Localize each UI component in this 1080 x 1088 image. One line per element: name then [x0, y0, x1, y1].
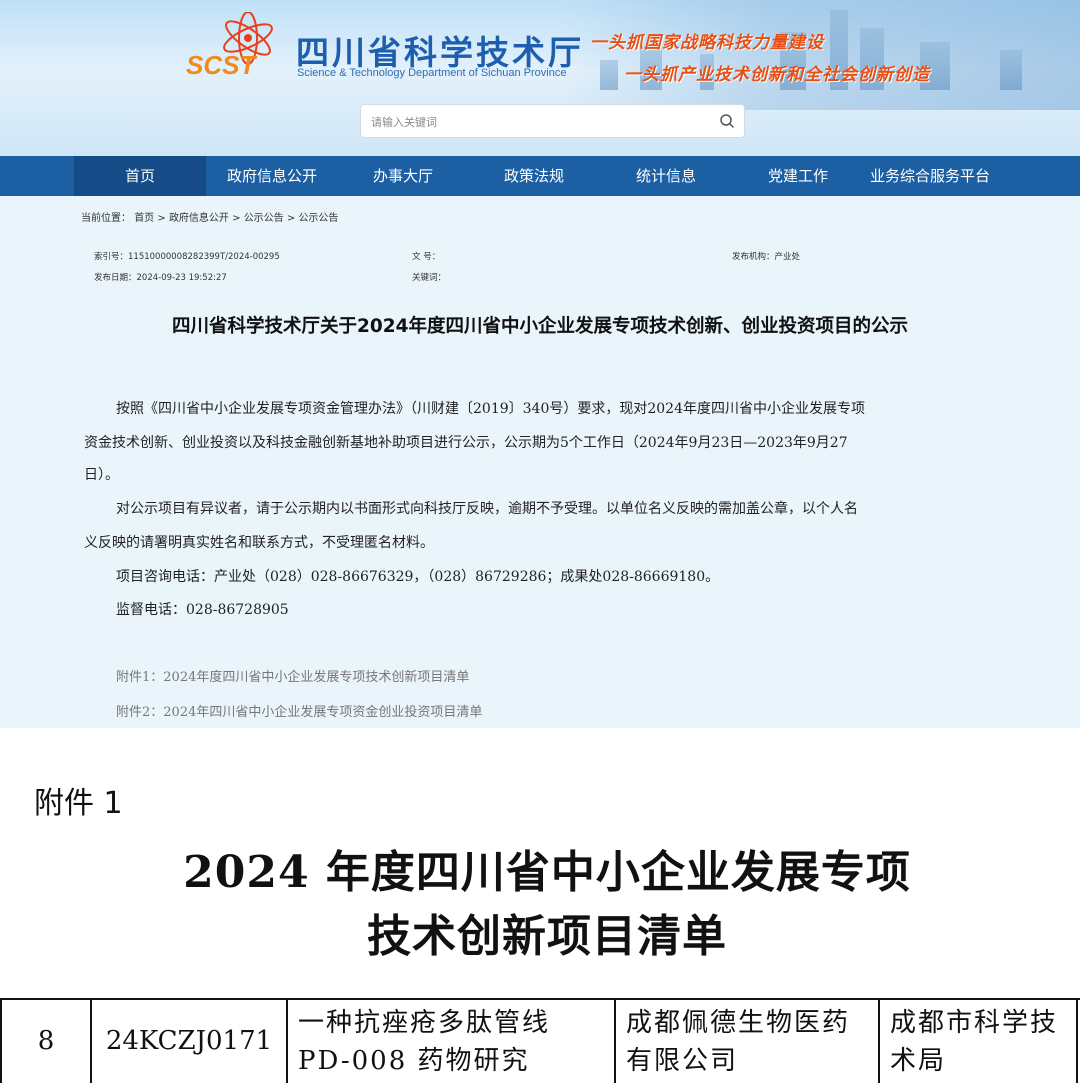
nav-item-service-platform[interactable]: 业务综合服务平台	[864, 156, 996, 196]
paragraph-2-line-2: 义反映的请署明真实姓名和联系方式，不受理匿名材料。	[84, 535, 434, 551]
meta-date: 发布日期：2024-09-23 19:52:27	[94, 271, 227, 283]
breadcrumb-prefix: 当前位置：	[81, 213, 131, 224]
search-icon[interactable]	[718, 112, 736, 130]
article-page: 当前位置： 首页 > 政府信息公开 > 公示公告 > 公示公告 索引号：1151…	[0, 196, 1080, 728]
breadcrumb-gov-info[interactable]: 政府信息公开	[169, 213, 229, 224]
project-name-line-2: PD-008 药物研究	[298, 1046, 530, 1076]
cell-project-code: 24KCZJ0171	[92, 998, 288, 1083]
main-nav: 首页 政府信息公开 办事大厅 政策法规 统计信息 党建工作 业务综合服务平台	[0, 156, 1080, 196]
meta-docno-label: 文 号：	[412, 252, 441, 262]
attachment-title-line-2: 技术创新项目清单	[367, 911, 727, 962]
paragraph-1-line-2: 资金技术创新、创业投资以及科技金融创新基地补助项目进行公示，公示期为5个工作日（…	[84, 435, 848, 451]
article-title: 四川省科学技术厅关于2024年度四川省中小企业发展专项技术创新、创业投资项目的公…	[172, 316, 908, 337]
cell-project-name: 一种抗痤疮多肽管线 PD-008 药物研究	[288, 998, 616, 1083]
nav-item-policies[interactable]: 政策法规	[468, 156, 600, 196]
attachment-scan: 附件 1 2024 年度四川省中小企业发展专项 技术创新项目清单 8 24KCZ…	[0, 728, 1080, 1083]
company-line-2: 有限公司	[626, 1046, 739, 1076]
project-table: 8 24KCZJ0171 一种抗痤疮多肽管线 PD-008 药物研究 成都佩德生…	[0, 998, 1080, 1088]
meta-index-value: 11510000008282399T/2024-00295	[128, 252, 280, 262]
meta-index-label: 索引号：	[94, 252, 129, 262]
meta-publisher-label: 发布机构：	[732, 252, 775, 262]
breadcrumb-separator: >	[228, 213, 244, 224]
authority-line-2: 术局	[890, 1046, 947, 1076]
breadcrumb-announcements-current[interactable]: 公示公告	[298, 213, 338, 224]
breadcrumb: 当前位置： 首页 > 政府信息公开 > 公示公告 > 公示公告	[81, 209, 338, 224]
slogan-line-1: 一头抓国家战略科技力量建设	[590, 33, 824, 53]
company-line-1: 成都佩德生物医药	[626, 1008, 851, 1038]
paragraph-1-line-1: 按照《四川省中小企业发展专项资金管理办法》（川财建〔2019〕340号）要求，现…	[116, 401, 865, 417]
project-name-line-1: 一种抗痤疮多肽管线	[298, 1008, 551, 1038]
search-box	[361, 105, 744, 137]
meta-docno: 文 号：	[412, 250, 440, 262]
breadcrumb-home[interactable]: 首页	[134, 213, 154, 224]
attachment-title-line-1: 2024 年度四川省中小企业发展专项	[183, 847, 911, 898]
nav-item-gov-info[interactable]: 政府信息公开	[206, 156, 338, 196]
breadcrumb-separator: >	[283, 213, 299, 224]
paragraph-1-line-3: 日）。	[84, 467, 119, 483]
paragraph-supervision-phone: 监督电话：028-86728905	[116, 602, 289, 618]
nav-item-home[interactable]: 首页	[74, 156, 206, 196]
scst-logo-icon[interactable]: SCST	[186, 12, 286, 84]
cell-authority: 成都市科学技 术局	[880, 998, 1078, 1083]
site-header: SCST 四川省科学技术厅 Science & Technology Depar…	[0, 0, 1080, 156]
attachment-label: 附件 1	[34, 786, 123, 821]
cell-serial-no: 8	[0, 998, 92, 1083]
logo-text: SCST	[186, 50, 257, 80]
search-input[interactable]	[369, 111, 713, 133]
meta-date-label: 发布日期：	[94, 273, 137, 283]
meta-date-value: 2024-09-23 19:52:27	[136, 273, 227, 283]
nav-item-statistics[interactable]: 统计信息	[600, 156, 732, 196]
meta-publisher: 发布机构：产业处	[732, 250, 800, 262]
paragraph-2-line-1: 对公示项目有异议者，请于公示期内以书面形式向科技厅反映，逾期不予受理。以单位名义…	[116, 501, 858, 517]
attachment-link-2[interactable]: 附件2：2024年四川省中小企业发展专项资金创业投资项目清单	[116, 701, 482, 720]
paragraph-contact-phone: 项目咨询电话：产业处（028）028-86676329，（028）8672928…	[116, 569, 720, 585]
meta-index: 索引号：11510000008282399T/2024-00295	[94, 250, 280, 262]
slogan-line-2: 一头抓产业技术创新和全社会创新创造	[624, 65, 930, 85]
meta-keywords-label: 关键词：	[412, 273, 447, 283]
breadcrumb-separator: >	[154, 213, 169, 224]
meta-publisher-value: 产业处	[774, 252, 801, 262]
site-subtitle: Science & Technology Department of Sichu…	[297, 67, 567, 79]
meta-keywords: 关键词：	[412, 271, 446, 283]
attachment-link-1[interactable]: 附件1：2024年度四川省中小企业发展专项技术创新项目清单	[116, 666, 469, 685]
nav-item-service-hall[interactable]: 办事大厅	[338, 156, 468, 196]
skyline-building	[1000, 50, 1022, 90]
cell-company: 成都佩德生物医药 有限公司	[616, 998, 880, 1083]
authority-line-1: 成都市科学技	[890, 1008, 1059, 1038]
skyline-building	[600, 60, 618, 90]
breadcrumb-announcements[interactable]: 公示公告	[244, 213, 284, 224]
nav-item-party-building[interactable]: 党建工作	[732, 156, 864, 196]
